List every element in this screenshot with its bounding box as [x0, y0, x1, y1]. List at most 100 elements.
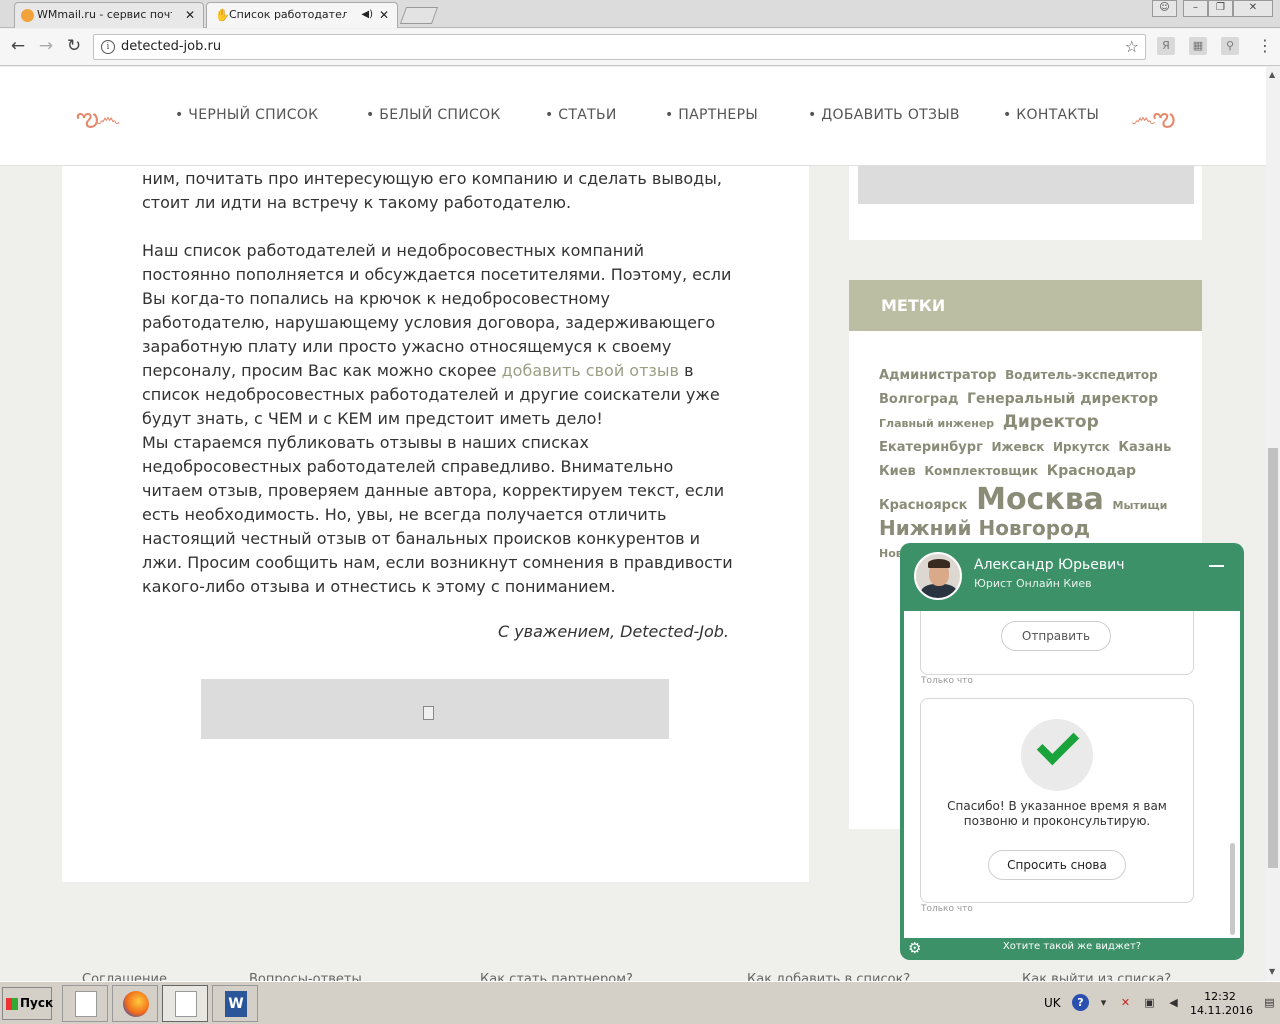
taskbar-file-button[interactable]: [62, 985, 108, 1022]
bookmark-star-icon[interactable]: ☆: [1125, 37, 1139, 56]
tab-wmmail[interactable]: WMmail.ru - сервис почтов ✕: [14, 2, 204, 28]
windows-taskbar: Пуск W UK ? ▾ ✕ ▣ ◀ 12:32 14.11.2016 ▤: [0, 981, 1280, 1024]
url-text[interactable]: detected-job.ru: [121, 35, 221, 59]
start-label: Пуск: [20, 996, 54, 1010]
tag-link[interactable]: Киев: [879, 464, 916, 479]
clock-time: 12:32: [1204, 990, 1236, 1003]
tag-link[interactable]: Екатеринбург: [879, 440, 983, 455]
scroll-up-icon[interactable]: ▲: [1269, 70, 1275, 79]
tab-employers-list[interactable]: ✋ Список работодателей ◀) ✕: [206, 2, 398, 28]
profile-icon[interactable]: ☺: [1152, 0, 1177, 17]
word-icon: W: [225, 991, 247, 1017]
site-header: ఌ෴ • ЧЕРНЫЙ СПИСОК • БЕЛЫЙ СПИСОК • СТАТ…: [0, 67, 1266, 166]
yandex-extension-icon[interactable]: Я: [1157, 37, 1175, 55]
wmmail-favicon-icon: [21, 9, 34, 22]
footer-link[interactable]: Как выйти из списка?: [1022, 972, 1171, 981]
menu-articles[interactable]: • СТАТЬИ: [545, 107, 617, 123]
chat-scrollbar[interactable]: [1230, 843, 1235, 935]
tag-link[interactable]: Нижний Новгород: [879, 516, 1090, 540]
address-bar[interactable]: i detected-job.ru ☆: [93, 34, 1146, 60]
close-window-button[interactable]: ✕: [1233, 0, 1273, 17]
forward-icon[interactable]: →: [35, 35, 57, 57]
restore-window-button[interactable]: ❐: [1208, 0, 1233, 17]
tag-link[interactable]: Волгоград: [879, 392, 958, 407]
tag-link[interactable]: Казань: [1118, 440, 1171, 455]
browser-toolbar: ← → ↻ i detected-job.ru ☆ Я ▦ ⚲ ⋮: [0, 29, 1280, 66]
ask-again-button[interactable]: Спросить снова: [988, 850, 1126, 880]
send-button[interactable]: Отправить: [1001, 621, 1111, 651]
language-indicator[interactable]: UK: [1044, 996, 1061, 1010]
agent-role: Юрист Онлайн Киев: [974, 577, 1092, 590]
page-scrollbar[interactable]: ▲ ▼: [1266, 67, 1280, 981]
ad-placeholder: [201, 679, 669, 739]
clock-date: 14.11.2016: [1190, 1004, 1253, 1017]
footer-link[interactable]: Как добавить в список?: [747, 972, 910, 981]
close-tab-icon[interactable]: ✕: [379, 3, 389, 27]
tag-link[interactable]: Главный инженер: [879, 417, 994, 430]
tag-link[interactable]: Москва: [976, 482, 1104, 517]
help-icon[interactable]: ?: [1072, 994, 1089, 1011]
tray-expand-icon[interactable]: ▾: [1096, 996, 1111, 1011]
taskbar-word-button[interactable]: W: [212, 985, 258, 1022]
start-button[interactable]: Пуск: [2, 987, 54, 1020]
tag-link[interactable]: Директор: [1003, 412, 1099, 432]
scroll-down-icon[interactable]: ▼: [1269, 967, 1275, 976]
new-tab-button[interactable]: [399, 7, 439, 24]
paragraph-text: Наш список работодателей и недобросовест…: [142, 241, 732, 380]
chat-widget: Александр Юрьевич Юрист Онлайн Киев Отпр…: [900, 543, 1244, 960]
footer-link[interactable]: Вопросы-ответы: [249, 972, 362, 981]
browser-menu-icon[interactable]: ⋮: [1257, 36, 1273, 55]
firefox-icon: [123, 991, 149, 1017]
success-check-icon: [1021, 719, 1093, 791]
menu-blacklist[interactable]: • ЧЕРНЫЙ СПИСОК: [175, 107, 318, 123]
tag-link[interactable]: Администратор: [879, 368, 996, 383]
widget-promo-link[interactable]: Хотите такой же виджет?: [900, 941, 1244, 952]
search-extension-icon[interactable]: ⚲: [1221, 37, 1239, 55]
back-icon[interactable]: ←: [7, 35, 29, 57]
agent-name: Александр Юрьевич: [974, 557, 1125, 573]
speaker-icon[interactable]: ◀): [361, 3, 373, 27]
footer-link[interactable]: Соглашение: [82, 972, 167, 981]
scroll-thumb[interactable]: [1268, 448, 1278, 868]
taskbar-firefox-button[interactable]: [112, 985, 158, 1022]
hand-favicon-icon: ✋: [215, 8, 230, 22]
minimize-window-button[interactable]: –: [1183, 0, 1208, 17]
network-icon[interactable]: ▣: [1142, 996, 1157, 1011]
tag-cloud: Администратор Водитель-экспедитор Волгог…: [879, 363, 1179, 565]
menu-add-review[interactable]: • ДОБАВИТЬ ОТЗЫВ: [808, 107, 960, 123]
show-desktop-icon[interactable]: ▤: [1262, 996, 1277, 1011]
article-paragraph-2: Наш список работодателей и недобросовест…: [142, 239, 737, 431]
tag-link[interactable]: Комплектовщик: [924, 464, 1038, 478]
system-tray: UK ? ▾ ✕ ▣ ◀ 12:32 14.11.2016 ▤: [1040, 985, 1280, 1022]
close-tab-icon[interactable]: ✕: [185, 3, 195, 27]
tag-link[interactable]: Ижевск: [991, 440, 1044, 454]
info-icon[interactable]: i: [101, 40, 115, 54]
tag-link[interactable]: Мытищи: [1113, 499, 1168, 512]
reload-icon[interactable]: ↻: [63, 35, 85, 57]
tag-link[interactable]: Генеральный директор: [967, 391, 1158, 407]
tag-link[interactable]: Краснодар: [1047, 463, 1136, 479]
document-icon: [75, 991, 97, 1017]
document-icon: [175, 991, 197, 1017]
taskbar-active-file-button[interactable]: [162, 985, 208, 1022]
tag-link[interactable]: Водитель-экспедитор: [1005, 368, 1158, 382]
add-review-link[interactable]: добавить свой отзыв: [502, 361, 679, 380]
article-paragraph-1: ним, почитать про интересующую его компа…: [142, 169, 722, 212]
minimize-chat-icon[interactable]: [1209, 565, 1224, 567]
tag-link[interactable]: Иркутск: [1053, 440, 1110, 454]
article-paragraph-3: Мы стараемся публиковать отзывы в наших …: [142, 433, 733, 596]
signature: С уважением, Detected-Job.: [497, 622, 729, 641]
tags-title: МЕТКИ: [849, 280, 1202, 331]
volume-icon[interactable]: ◀: [1166, 996, 1181, 1011]
tag-link[interactable]: Красноярск: [879, 498, 968, 513]
menu-contacts[interactable]: • КОНТАКТЫ: [1003, 107, 1099, 123]
menu-partners[interactable]: • ПАРТНЕРЫ: [665, 107, 758, 123]
extension-icon[interactable]: ▦: [1189, 37, 1207, 55]
clock[interactable]: 12:32 14.11.2016: [1190, 990, 1253, 1018]
menu-whitelist[interactable]: • БЕЛЫЙ СПИСОК: [366, 107, 501, 123]
message-time: Только что: [921, 676, 973, 686]
footer-link[interactable]: Как стать партнером?: [480, 972, 633, 981]
network-error-icon[interactable]: ✕: [1118, 996, 1133, 1011]
tab-title: WMmail.ru - сервис почтов: [37, 8, 172, 21]
message-time: Только что: [921, 904, 973, 914]
